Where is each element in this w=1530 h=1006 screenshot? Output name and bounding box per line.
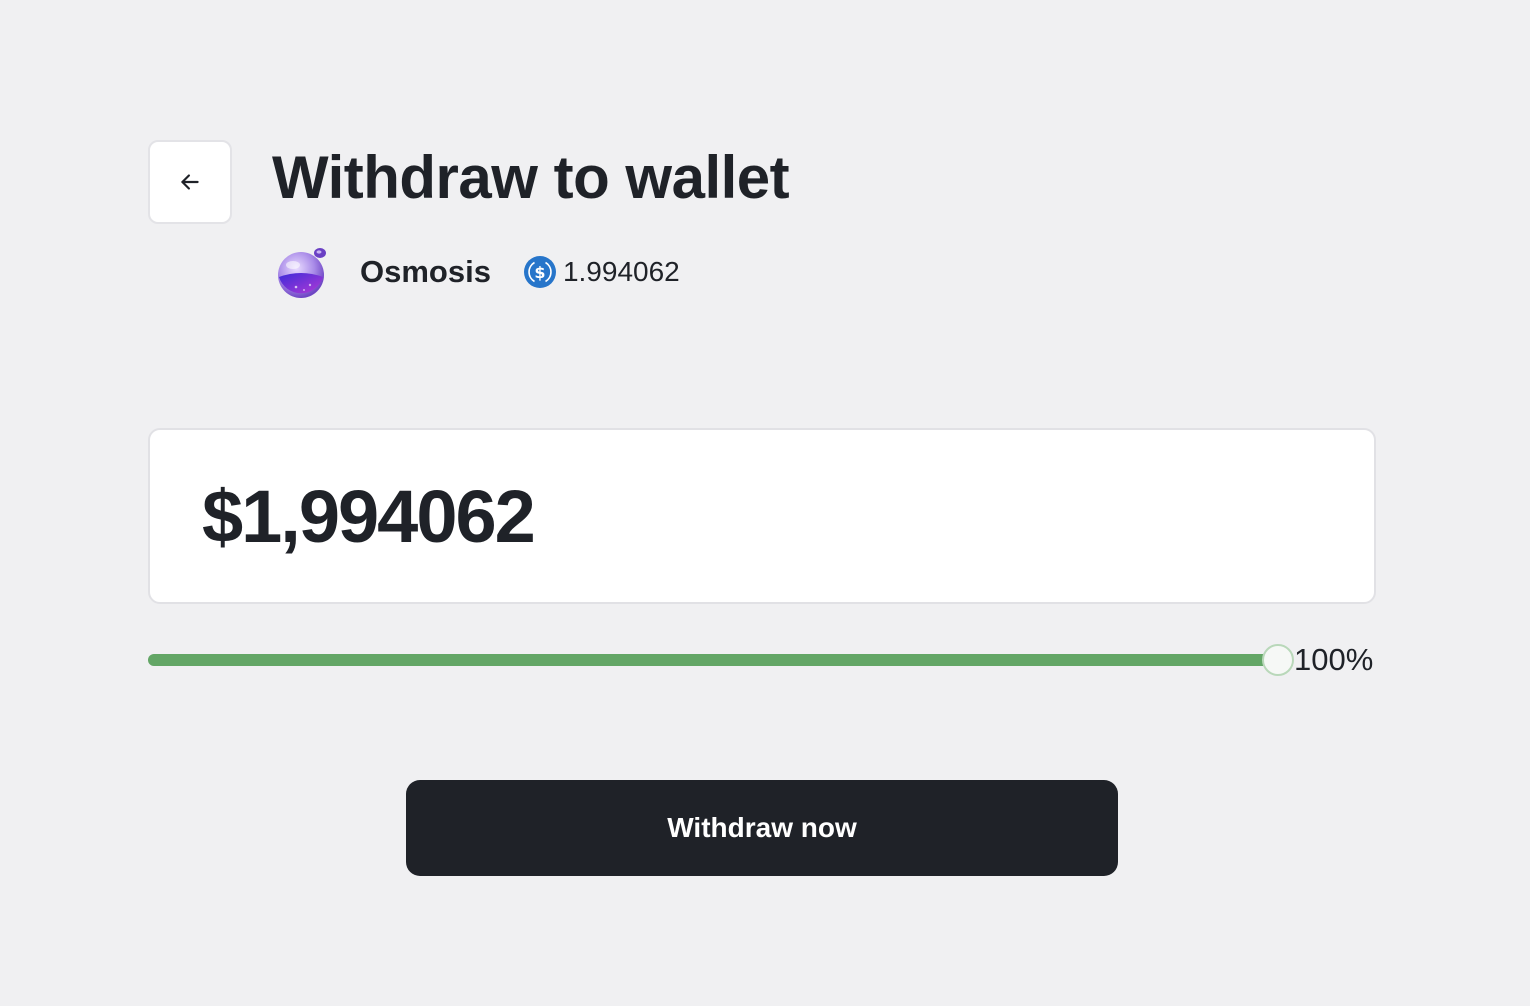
- token-balance: 1.994062: [562, 256, 680, 287]
- slider-fill: [148, 654, 1278, 666]
- amount-slider[interactable]: [148, 640, 1294, 680]
- page-title: Withdraw to wallet: [272, 144, 790, 211]
- svg-text:$: $: [534, 263, 545, 282]
- arrow-left-icon: [181, 174, 199, 190]
- back-button[interactable]: [148, 140, 232, 224]
- withdraw-page: Withdraw to wallet Osmosis $ 1.994062 $1…: [0, 0, 1530, 1006]
- slider-percent-label: 100%: [1294, 642, 1374, 677]
- usdc-icon: $: [523, 256, 556, 288]
- amount-input[interactable]: $1,994062: [148, 428, 1376, 604]
- withdraw-now-label: Withdraw now: [667, 812, 857, 843]
- withdraw-now-button[interactable]: Withdraw now: [406, 780, 1118, 876]
- osmosis-logo-icon: [278, 248, 326, 298]
- network-row: Osmosis $ 1.994062: [276, 244, 680, 300]
- slider-thumb[interactable]: [1262, 644, 1294, 676]
- amount-value: $1,994062: [202, 474, 536, 558]
- network-name: Osmosis: [360, 254, 491, 289]
